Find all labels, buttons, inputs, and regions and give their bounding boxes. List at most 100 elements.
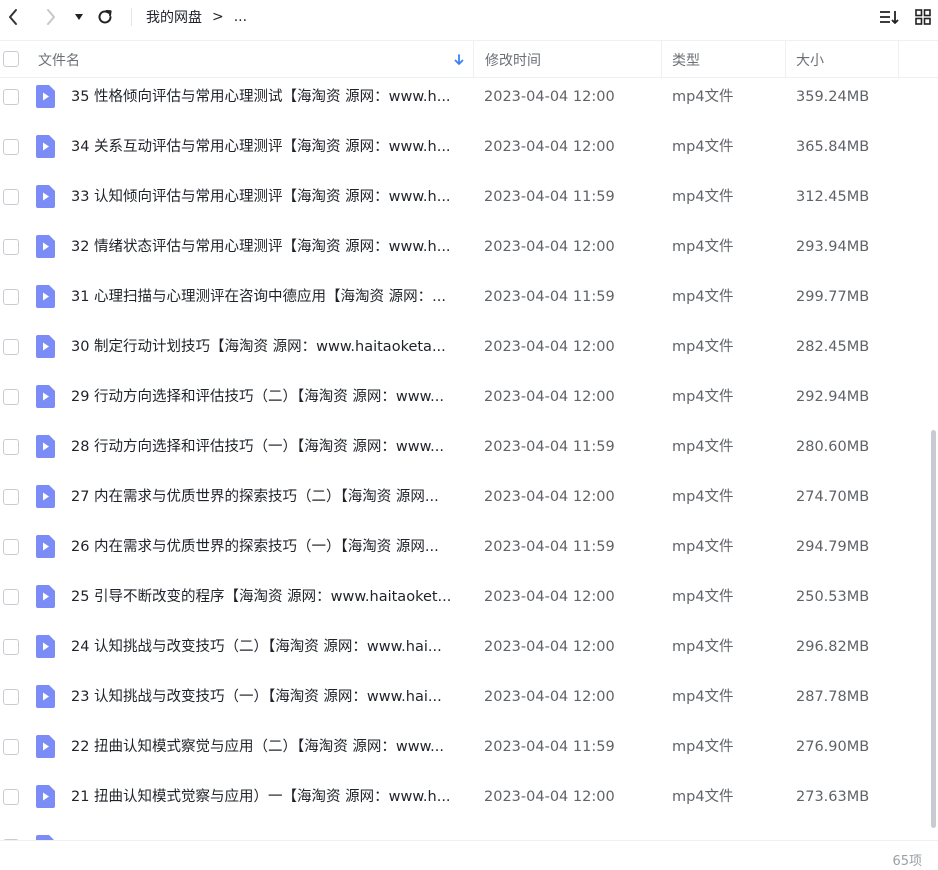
file-name[interactable]: 25 引导不断改变的程序【海淘资 源网：www.haitaoket... (71, 572, 465, 622)
file-name[interactable]: 21 扭曲认知模式觉察与应用）一【海淘资 源网：www.h... (71, 772, 465, 822)
row-checkbox[interactable] (3, 339, 19, 355)
file-name[interactable]: 29 行动方向选择和评估技巧（二）【海淘资 源网：www... (71, 372, 465, 422)
file-row[interactable]: 26 内在需求与优质世界的探索技巧（一）【海淘资 源网... 2023-04-0… (0, 522, 938, 572)
file-name[interactable]: 23 认知挑战与改变技巧（一）【海淘资 源网：www.hai... (71, 672, 465, 722)
file-row[interactable]: 33 认知倾向评估与常用心理测评【海淘资 源网：www.h... 2023-04… (0, 172, 938, 222)
file-name[interactable]: 33 认知倾向评估与常用心理测评【海淘资 源网：www.h... (71, 172, 465, 222)
row-checkbox[interactable] (3, 739, 19, 755)
video-file-icon (36, 285, 55, 308)
refresh-button[interactable] (93, 5, 117, 29)
video-file-icon (36, 385, 55, 408)
row-checkbox[interactable] (3, 639, 19, 655)
file-row[interactable]: 34 关系互动评估与常用心理测评【海淘资 源网：www.h... 2023-04… (0, 122, 938, 172)
breadcrumb-root[interactable]: 我的网盘 (146, 7, 202, 27)
video-file-icon (36, 685, 55, 708)
row-checkbox[interactable] (3, 139, 19, 155)
file-name[interactable]: 24 认知挑战与改变技巧（二）【海淘资 源网：www.hai... (71, 622, 465, 672)
file-name[interactable]: 27 内在需求与优质世界的探索技巧（二）【海淘资 源网... (71, 472, 465, 522)
row-checkbox[interactable] (3, 439, 19, 455)
video-file-icon (36, 85, 55, 108)
file-name[interactable] (71, 822, 465, 840)
file-name[interactable]: 26 内在需求与优质世界的探索技巧（一）【海淘资 源网... (71, 522, 465, 572)
file-size: 294.79MB (796, 539, 870, 555)
forward-button[interactable] (40, 5, 62, 29)
row-checkbox[interactable] (3, 539, 19, 555)
video-file-icon (36, 635, 55, 658)
grid-view-button[interactable] (912, 5, 934, 29)
file-row[interactable]: 21 扭曲认知模式觉察与应用）一【海淘资 源网：www.h... 2023-04… (0, 772, 938, 822)
file-modified: 2023-04-04 12:00 (484, 89, 615, 105)
row-checkbox[interactable] (3, 689, 19, 705)
file-list: 35 性格倾向评估与常用心理测试【海淘资 源网：www.h... 2023-04… (0, 72, 938, 840)
file-type: mp4文件 (672, 339, 734, 355)
file-name[interactable]: 30 制定行动计划技巧【海淘资 源网：www.haitaoketa... (71, 322, 465, 372)
file-size: 312.45MB (796, 189, 870, 205)
file-name[interactable]: 34 关系互动评估与常用心理测评【海淘资 源网：www.h... (71, 122, 465, 172)
file-type: mp4文件 (672, 539, 734, 555)
file-row[interactable]: 23 认知挑战与改变技巧（一）【海淘资 源网：www.hai... 2023-0… (0, 672, 938, 722)
file-modified: 2023-04-04 12:00 (484, 789, 615, 805)
breadcrumb-ellipsis[interactable]: ... (234, 9, 247, 25)
file-row[interactable]: 27 内在需求与优质世界的探索技巧（二）【海淘资 源网... 2023-04-0… (0, 472, 938, 522)
file-row[interactable]: 25 引导不断改变的程序【海淘资 源网：www.haitaoket... 202… (0, 572, 938, 622)
file-type: mp4文件 (672, 789, 734, 805)
file-row[interactable]: 30 制定行动计划技巧【海淘资 源网：www.haitaoketa... 202… (0, 322, 938, 372)
row-checkbox[interactable] (3, 389, 19, 405)
file-size: 359.24MB (796, 89, 870, 105)
file-row[interactable]: 35 性格倾向评估与常用心理测试【海淘资 源网：www.h... 2023-04… (0, 72, 938, 122)
video-file-icon (36, 735, 55, 758)
history-dropdown-button[interactable] (72, 5, 86, 29)
file-row[interactable]: 28 行动方向选择和评估技巧（一）【海淘资 源网：www... 2023-04-… (0, 422, 938, 472)
file-modified: 2023-04-04 11:59 (484, 739, 615, 755)
file-size: 282.45MB (796, 339, 870, 355)
column-modified-label: 修改时间 (485, 52, 541, 69)
file-modified: 2023-04-04 11:59 (484, 189, 615, 205)
video-file-icon (36, 585, 55, 608)
video-file-icon (36, 335, 55, 358)
file-row[interactable] (0, 822, 938, 840)
row-checkbox[interactable] (3, 289, 19, 305)
file-modified: 2023-04-04 11:59 (484, 439, 615, 455)
file-type: mp4文件 (672, 139, 734, 155)
video-file-icon (36, 785, 55, 808)
breadcrumb-separator: > (212, 9, 224, 25)
file-modified: 2023-04-04 12:00 (484, 689, 615, 705)
video-file-icon (36, 535, 55, 558)
row-checkbox[interactable] (3, 789, 19, 805)
column-name-label: 文件名 (38, 52, 80, 69)
row-checkbox[interactable] (3, 589, 19, 605)
row-checkbox[interactable] (3, 239, 19, 255)
file-name[interactable]: 35 性格倾向评估与常用心理测试【海淘资 源网：www.h... (71, 72, 465, 122)
file-row[interactable]: 32 情绪状态评估与常用心理测评【海淘资 源网：www.h... 2023-04… (0, 222, 938, 272)
file-size: 280.60MB (796, 439, 870, 455)
file-name[interactable]: 32 情绪状态评估与常用心理测评【海淘资 源网：www.h... (71, 222, 465, 272)
file-size: 287.78MB (796, 689, 870, 705)
file-size: 276.90MB (796, 739, 870, 755)
select-all-checkbox[interactable] (3, 51, 19, 67)
chevron-left-icon (9, 9, 17, 25)
row-checkbox[interactable] (3, 489, 19, 505)
vertical-scrollbar[interactable] (931, 430, 936, 828)
status-bar: 65项 (0, 840, 938, 870)
file-row[interactable]: 29 行动方向选择和评估技巧（二）【海淘资 源网：www... 2023-04-… (0, 372, 938, 422)
file-type: mp4文件 (672, 589, 734, 605)
item-count: 65项 (892, 854, 922, 869)
sort-button[interactable] (877, 5, 901, 29)
row-checkbox[interactable] (3, 89, 19, 105)
file-row[interactable]: 24 认知挑战与改变技巧（二）【海淘资 源网：www.hai... 2023-0… (0, 622, 938, 672)
file-modified: 2023-04-04 12:00 (484, 139, 615, 155)
file-name[interactable]: 28 行动方向选择和评估技巧（一）【海淘资 源网：www... (71, 422, 465, 472)
file-name[interactable]: 22 扭曲认知模式察觉与应用（二）【海淘资 源网：www... (71, 722, 465, 772)
file-row[interactable]: 31 心理扫描与心理测评在咨询中德应用【海淘资 源网：... 2023-04-0… (0, 272, 938, 322)
caret-down-icon (75, 14, 83, 20)
file-name[interactable]: 31 心理扫描与心理测评在咨询中德应用【海淘资 源网：... (71, 272, 465, 322)
back-button[interactable] (2, 5, 24, 29)
column-type-label: 类型 (672, 52, 700, 69)
chevron-right-icon (47, 9, 55, 25)
row-checkbox[interactable] (3, 189, 19, 205)
video-file-icon (36, 485, 55, 508)
column-size-label: 大小 (796, 52, 824, 69)
file-row[interactable]: 22 扭曲认知模式察觉与应用（二）【海淘资 源网：www... 2023-04-… (0, 722, 938, 772)
file-size: 250.53MB (796, 589, 870, 605)
file-size: 274.70MB (796, 489, 870, 505)
